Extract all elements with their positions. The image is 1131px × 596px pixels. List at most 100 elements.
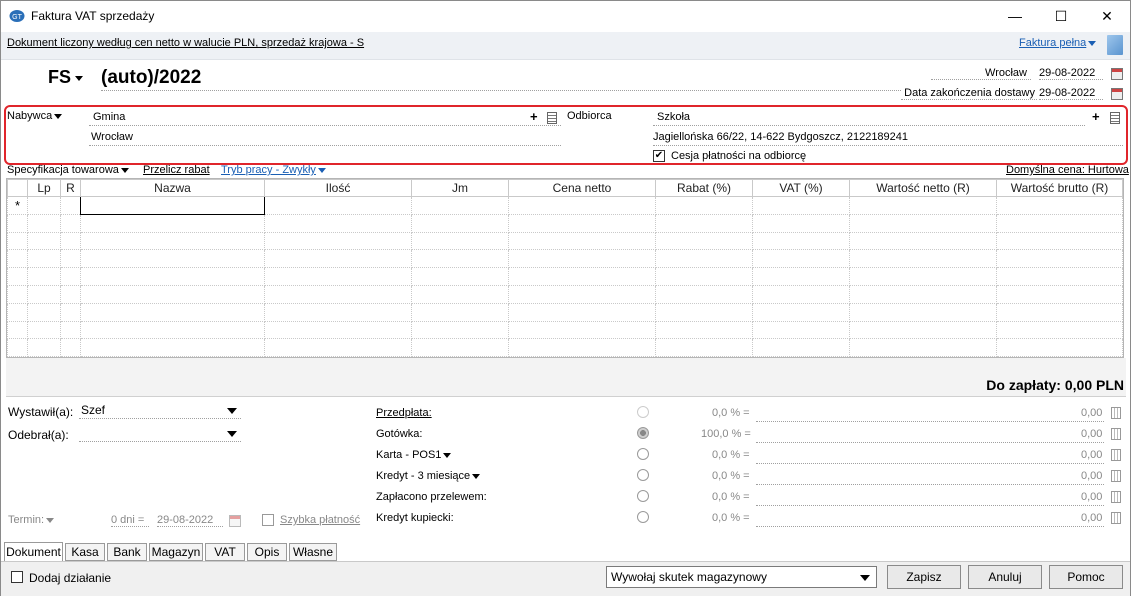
grid-cell[interactable] (849, 196, 997, 215)
payment-amount[interactable]: 0,00 (1081, 512, 1102, 524)
column-header-discount[interactable]: Rabat (%) (655, 179, 753, 197)
payment-type-selector[interactable]: Karta - POS1 (376, 449, 452, 461)
help-button[interactable]: Pomoc (1049, 565, 1123, 589)
recipient-list-icon[interactable] (1110, 112, 1120, 124)
issue-city[interactable]: Wrocław (931, 67, 1031, 80)
calculation-mode-link[interactable]: Dokument liczony według cen netto w walu… (7, 37, 364, 49)
payment-radio[interactable] (637, 490, 649, 502)
column-header-net-value[interactable]: Wartość netto (R) (849, 179, 997, 197)
minimize-button[interactable]: — (992, 1, 1038, 31)
recipient-address-field[interactable]: Jagiellońska 66/22, 14-622 Bydgoszcz, 21… (653, 131, 1123, 146)
payment-percent[interactable]: 0,0 % = (712, 470, 750, 482)
tab-vat[interactable]: VAT (205, 543, 245, 561)
grid-cell[interactable] (508, 196, 656, 215)
grid-cell[interactable] (27, 196, 61, 215)
payment-radio[interactable] (637, 511, 649, 523)
payment-amount[interactable]: 0,00 (1081, 491, 1102, 503)
items-grid[interactable]: Lp R Nazwa Ilość Jm Cena netto Rabat (%)… (6, 178, 1124, 358)
grid-cell[interactable] (655, 196, 753, 215)
calculator-icon[interactable] (1111, 491, 1121, 503)
default-price-link[interactable]: Domyślna cena: Hurtowa (1006, 164, 1129, 176)
term-date-field[interactable]: 29-08-2022 (157, 514, 223, 527)
add-recipient-icon[interactable]: + (1092, 109, 1100, 124)
payment-type-selector[interactable]: Kredyt - 3 miesiące (376, 470, 481, 482)
specification-dropdown[interactable]: Specyfikacja towarowa (7, 164, 129, 176)
column-header-quantity[interactable]: Ilość (264, 179, 412, 197)
payment-amount[interactable]: 0,00 (1081, 470, 1102, 482)
payment-percent[interactable]: 0,0 % = (712, 407, 750, 419)
column-header-net-price[interactable]: Cena netto (508, 179, 656, 197)
grid-cell[interactable] (752, 196, 850, 215)
tab-warehouse[interactable]: Magazyn (149, 543, 203, 561)
document-number-field[interactable]: (auto)/2022 (101, 67, 901, 91)
calculator-icon[interactable] (1111, 470, 1121, 482)
payment-row-card[interactable]: Karta - POS1 0,0 % = 0,00 (376, 448, 1126, 466)
payment-row-transfer[interactable]: Zapłacono przelewem: 0,0 % = 0,00 (376, 490, 1126, 508)
cession-checkbox[interactable]: ✔ (653, 150, 665, 162)
calculator-icon[interactable] (1111, 428, 1121, 440)
delivery-end-date[interactable]: 29-08-2022 (1039, 87, 1103, 100)
buyer-type-selector[interactable]: Nabywca (7, 110, 63, 122)
calendar-icon[interactable] (1111, 68, 1123, 80)
payment-amount[interactable]: 0,00 (1081, 449, 1102, 461)
column-header-lp[interactable]: Lp (27, 179, 61, 197)
term-selector[interactable]: Termin: (8, 514, 55, 526)
issue-date[interactable]: 29-08-2022 (1039, 67, 1103, 80)
term-days-field[interactable]: 0 dni = (111, 514, 149, 527)
tab-document[interactable]: Dokument (4, 542, 63, 562)
buyer-address-field[interactable]: Wrocław (89, 131, 561, 146)
buyer-list-icon[interactable] (547, 112, 557, 124)
payment-amount[interactable]: 0,00 (1081, 407, 1102, 419)
received-by-combo[interactable] (79, 426, 241, 442)
payment-percent[interactable]: 0,0 % = (712, 449, 750, 461)
calendar-icon[interactable] (1111, 88, 1123, 100)
grid-cell[interactable] (264, 196, 412, 215)
payment-percent[interactable]: 100,0 % = (701, 428, 751, 440)
invoice-view-dropdown[interactable]: Faktura pełna (1019, 37, 1097, 49)
payment-row-cash[interactable]: Gotówka: 100,0 % = 0,00 (376, 427, 1126, 445)
tab-custom[interactable]: Własne (289, 543, 337, 561)
payment-row-prepayment[interactable]: Przedpłata: 0,0 % = 0,00 (376, 406, 1126, 424)
column-header-vat[interactable]: VAT (%) (752, 179, 850, 197)
tab-description[interactable]: Opis (247, 543, 287, 561)
stock-effect-select[interactable]: Wywołaj skutek magazynowy (606, 566, 877, 588)
payment-radio-selected[interactable] (637, 427, 649, 439)
active-name-cell[interactable] (80, 196, 265, 215)
calculator-icon[interactable] (1111, 407, 1121, 419)
payment-radio[interactable] (637, 448, 649, 460)
calculator-icon[interactable] (1111, 449, 1121, 461)
payment-amount[interactable]: 0,00 (1081, 428, 1102, 440)
payment-row-merchant-credit[interactable]: Kredyt kupiecki: 0,0 % = 0,00 (376, 511, 1126, 529)
work-mode-dropdown[interactable]: Tryb pracy - Zwykły (221, 164, 326, 176)
tab-cash[interactable]: Kasa (65, 543, 105, 561)
column-header-unit[interactable]: Jm (411, 179, 509, 197)
recalculate-discount-link[interactable]: Przelicz rabat (143, 164, 210, 176)
column-header-name[interactable]: Nazwa (80, 179, 265, 197)
document-type-selector[interactable]: FS (48, 67, 84, 88)
column-header-gross-value[interactable]: Wartość brutto (R) (996, 179, 1123, 197)
payment-row-credit[interactable]: Kredyt - 3 miesiące 0,0 % = 0,00 (376, 469, 1126, 487)
quick-payment-checkbox[interactable] (262, 514, 274, 526)
payment-radio[interactable] (637, 406, 649, 418)
calculator-icon[interactable] (1111, 512, 1121, 524)
payment-radio[interactable] (637, 469, 649, 481)
close-button[interactable]: ✕ (1084, 1, 1130, 31)
grid-cell[interactable] (996, 196, 1123, 215)
payment-percent[interactable]: 0,0 % = (712, 512, 750, 524)
buyer-name-field[interactable]: Gmina (89, 111, 561, 126)
grid-cell[interactable] (411, 196, 509, 215)
column-header-r[interactable]: R (60, 179, 81, 197)
recipient-name-field[interactable]: Szkoła (653, 111, 1085, 126)
add-buyer-icon[interactable]: + (530, 109, 538, 124)
new-item-row[interactable]: * (7, 196, 1123, 215)
payment-percent[interactable]: 0,0 % = (712, 491, 750, 503)
maximize-button[interactable]: ☐ (1038, 1, 1084, 31)
grid-cell[interactable] (60, 196, 81, 215)
document-icon[interactable] (1107, 35, 1123, 55)
tab-bank[interactable]: Bank (107, 543, 147, 561)
issued-by-combo[interactable]: Szef (79, 403, 241, 419)
add-action-checkbox[interactable] (11, 571, 23, 583)
save-button[interactable]: Zapisz (887, 565, 961, 589)
cancel-button[interactable]: Anuluj (968, 565, 1042, 589)
calendar-icon[interactable] (229, 515, 241, 527)
